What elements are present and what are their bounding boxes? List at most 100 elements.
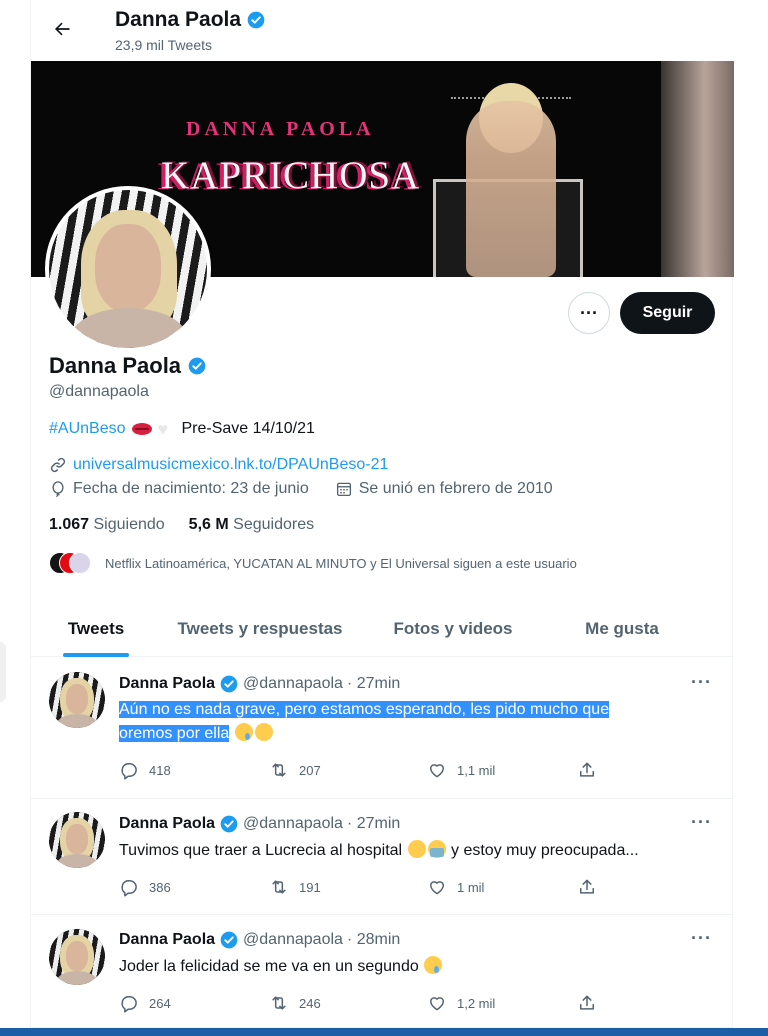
tweet-item[interactable]: Danna Paola @dannapaola · 28min ··· Jode… bbox=[31, 915, 734, 1028]
reply-button[interactable]: 386 bbox=[119, 877, 269, 897]
tab-likes[interactable]: Me gusta bbox=[547, 600, 697, 657]
share-icon bbox=[580, 995, 594, 1010]
joined-text: Se unió en febrero de 2010 bbox=[358, 480, 553, 497]
tweet-avatar[interactable] bbox=[49, 812, 105, 868]
tweet-header: Danna Paola @dannapaola · 28min bbox=[119, 930, 400, 950]
tab-photos-and-videos[interactable]: Fotos y videos bbox=[359, 600, 547, 657]
profile-name-text: Danna Paola bbox=[49, 353, 182, 378]
profile-info-row: Fecha de nacimiento: 23 de junio Se unió… bbox=[49, 480, 553, 498]
tweet-avatar-face bbox=[66, 684, 88, 714]
retweet-icon bbox=[272, 996, 286, 1010]
header-name: Danna Paola bbox=[115, 8, 266, 32]
birthday-text: Fecha de nacimiento: 23 de junio bbox=[73, 480, 309, 497]
like-button[interactable]: 1,1 mil bbox=[427, 760, 577, 780]
tweet-header: Danna Paola @dannapaola · 27min bbox=[119, 674, 400, 694]
tweet-text-body: Joder la felicidad se me va en un segund… bbox=[119, 958, 419, 975]
reply-icon bbox=[121, 996, 137, 1013]
like-button[interactable]: 1,2 mil bbox=[427, 993, 577, 1013]
tweet-author-name[interactable]: Danna Paola bbox=[119, 675, 215, 693]
known-follower-avatars bbox=[49, 552, 95, 574]
tweet-text: Tuvimos que traer a Lucrecia al hospital… bbox=[119, 839, 709, 863]
left-edge-fragment bbox=[0, 642, 6, 702]
retweet-button[interactable]: 191 bbox=[269, 877, 427, 897]
followers-label: Seguidores bbox=[233, 516, 315, 533]
follow-stats: 1.067 Siguiendo 5,6 M Seguidores bbox=[49, 516, 314, 534]
tweet-more-icon[interactable]: ··· bbox=[691, 672, 712, 693]
tweet-time[interactable]: · 27min bbox=[347, 675, 400, 693]
follow-button[interactable]: Seguir bbox=[620, 292, 715, 334]
profile-bio: #AUnBeso ♥ Pre-Save 14/10/21 bbox=[49, 420, 315, 438]
verified-icon bbox=[188, 357, 206, 375]
like-count: 1 mil bbox=[457, 879, 485, 895]
reply-count: 418 bbox=[149, 762, 171, 778]
kiss-lips-icon bbox=[131, 423, 152, 435]
verified-icon bbox=[220, 931, 238, 949]
reply-button[interactable]: 418 bbox=[119, 760, 269, 780]
tweet-more-icon[interactable]: ··· bbox=[691, 812, 712, 833]
retweet-icon bbox=[272, 880, 286, 894]
tweet-avatar-body bbox=[57, 854, 97, 868]
tab-tweets[interactable]: Tweets bbox=[31, 600, 161, 657]
tweet-item[interactable]: Danna Paola @dannapaola · 27min ··· Tuvi… bbox=[31, 799, 734, 915]
profile-tabs: Tweets Tweets y respuestas Fotos y video… bbox=[31, 600, 734, 657]
known-followers-text: Netflix Latinoamérica, YUCATAN AL MINUTO… bbox=[105, 555, 577, 571]
tweet-author-name[interactable]: Danna Paola bbox=[119, 815, 215, 833]
tweet-text: Joder la felicidad se me va en un segund… bbox=[119, 955, 709, 979]
tweet-avatar[interactable] bbox=[49, 672, 105, 728]
verified-icon bbox=[247, 11, 265, 29]
tweet-header: Danna Paola @dannapaola · 27min bbox=[119, 814, 400, 834]
link-icon bbox=[50, 457, 66, 473]
known-followers[interactable]: Netflix Latinoamérica, YUCATAN AL MINUTO… bbox=[49, 552, 577, 574]
like-count: 1,2 mil bbox=[457, 995, 496, 1011]
share-button[interactable] bbox=[577, 993, 597, 1013]
share-button[interactable] bbox=[577, 760, 597, 780]
like-button[interactable]: 1 mil bbox=[427, 877, 577, 897]
reply-icon bbox=[121, 880, 137, 897]
tweet-actions: 418 207 1,1 mil bbox=[119, 760, 597, 780]
banner-figure bbox=[466, 101, 556, 277]
tweet-time[interactable]: · 27min bbox=[347, 815, 400, 833]
tweet-avatar-body bbox=[57, 971, 97, 985]
bottom-edge-bar bbox=[0, 1028, 768, 1036]
back-button[interactable] bbox=[47, 14, 77, 44]
balloon-icon bbox=[52, 481, 64, 498]
profile-handle: @dannapaola bbox=[49, 383, 149, 400]
profile-url-link[interactable]: universalmusicmexico.lnk.to/DPAUnBeso-21 bbox=[73, 456, 388, 474]
followers-link[interactable]: 5,6 M Seguidores bbox=[189, 516, 314, 534]
retweet-icon bbox=[272, 763, 286, 777]
reply-icon bbox=[121, 763, 137, 780]
tweet-avatar[interactable] bbox=[49, 929, 105, 985]
heart-icon bbox=[430, 881, 444, 895]
share-button[interactable] bbox=[577, 877, 597, 897]
reply-count: 264 bbox=[149, 995, 171, 1011]
tweet-time[interactable]: · 28min bbox=[347, 931, 400, 949]
share-icon bbox=[580, 762, 594, 777]
tweet-author-name[interactable]: Danna Paola bbox=[119, 931, 215, 949]
universal-avatar bbox=[69, 552, 91, 574]
profile-avatar[interactable] bbox=[45, 186, 211, 352]
following-link[interactable]: 1.067 Siguiendo bbox=[49, 516, 165, 534]
tweet-author-handle[interactable]: @dannapaola bbox=[243, 675, 343, 693]
retweet-button[interactable]: 246 bbox=[269, 993, 427, 1013]
arrow-left-icon bbox=[55, 22, 70, 36]
verified-icon bbox=[220, 675, 238, 693]
heart-icon bbox=[430, 997, 444, 1011]
crying-face-icon bbox=[234, 723, 253, 741]
tweet-more-icon[interactable]: ··· bbox=[691, 928, 712, 949]
avatar-face bbox=[95, 224, 161, 312]
retweet-count: 246 bbox=[299, 995, 321, 1011]
tweet-author-handle[interactable]: @dannapaola bbox=[243, 815, 343, 833]
tab-tweets-and-replies[interactable]: Tweets y respuestas bbox=[161, 600, 359, 657]
bio-text: Pre-Save 14/10/21 bbox=[181, 420, 315, 437]
pleading-face-icon bbox=[407, 840, 426, 858]
tweet-text-part1: Tuvimos que traer a Lucrecia al hospital bbox=[119, 842, 403, 859]
bio-hashtag-link[interactable]: #AUnBeso bbox=[49, 420, 126, 438]
tweet-author-handle[interactable]: @dannapaola bbox=[243, 931, 343, 949]
tweet-item[interactable]: Danna Paola @dannapaola · 27min ··· Aún … bbox=[31, 658, 734, 799]
retweet-button[interactable]: 207 bbox=[269, 760, 427, 780]
verified-icon bbox=[220, 815, 238, 833]
more-options-button[interactable]: ··· bbox=[568, 292, 610, 334]
retweet-count: 191 bbox=[299, 879, 321, 895]
reply-button[interactable]: 264 bbox=[119, 993, 269, 1013]
heart-icon bbox=[430, 764, 444, 778]
